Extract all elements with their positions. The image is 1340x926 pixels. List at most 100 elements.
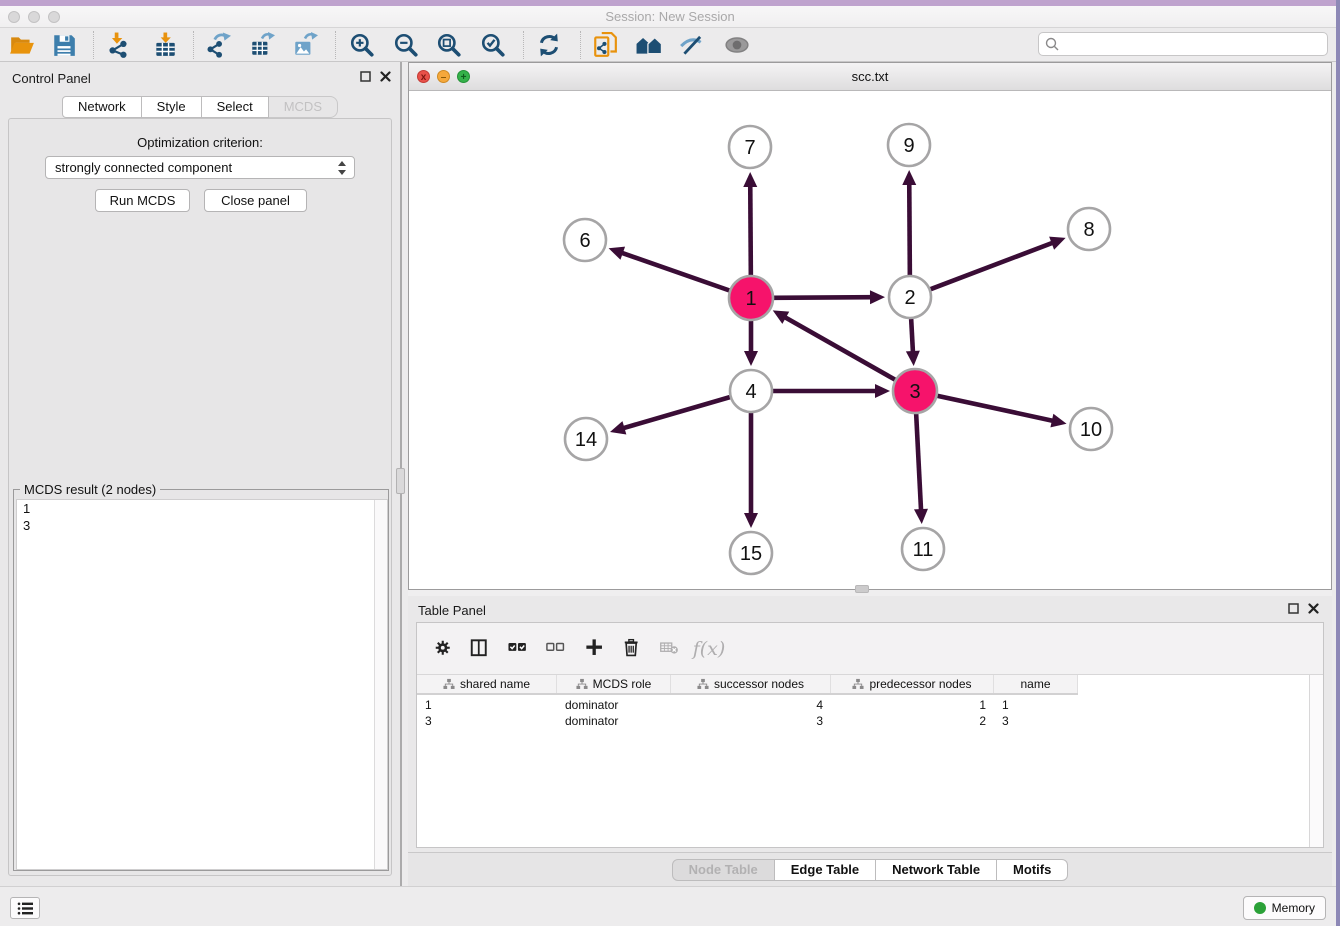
tab-network-table[interactable]: Network Table	[876, 859, 997, 881]
select-all-rows-button[interactable]	[502, 632, 536, 666]
table-cell[interactable]: 2	[831, 713, 994, 729]
column-header-shared-name[interactable]: shared name	[417, 675, 557, 693]
memory-status-icon	[1254, 902, 1266, 914]
table-scrollbar[interactable]	[1309, 675, 1323, 847]
add-column-button[interactable]	[579, 632, 613, 666]
export-image-button[interactable]	[285, 29, 325, 61]
column-hierarchy-icon	[852, 678, 864, 690]
control-panel: Control Panel NetworkStyleSelectMCDS Opt…	[0, 62, 400, 886]
result-item[interactable]: 3	[17, 517, 387, 534]
tab-network[interactable]: Network	[62, 96, 142, 118]
graph-node-label: 7	[744, 137, 755, 159]
close-table-panel-icon[interactable]	[1306, 601, 1320, 615]
graph-edge-2-8[interactable]	[931, 242, 1055, 289]
mcds-panel: Optimization criterion: strongly connect…	[8, 118, 392, 876]
table-cell[interactable]: 1	[831, 697, 994, 713]
zoom-in-button[interactable]	[342, 29, 382, 61]
result-item[interactable]: 1	[17, 500, 387, 517]
tab-motifs[interactable]: Motifs	[997, 859, 1068, 881]
table-cell[interactable]: 3	[417, 713, 557, 729]
graph-edge-arrowhead	[870, 290, 885, 304]
column-header-successor-nodes[interactable]: successor nodes	[671, 675, 831, 693]
float-panel-icon[interactable]	[358, 69, 372, 83]
zoom-fit-content-button[interactable]	[429, 29, 469, 61]
apply-preferred-layout-button[interactable]	[529, 29, 569, 61]
graph-edge-2-3[interactable]	[911, 319, 913, 354]
graph-edge-1-6[interactable]	[620, 252, 730, 291]
open-session-button[interactable]	[2, 29, 42, 61]
task-history-button[interactable]	[10, 897, 40, 919]
import-table-from-file-button[interactable]	[145, 29, 185, 61]
table-cell[interactable]: 3	[671, 713, 831, 729]
graph-edge-4-14[interactable]	[622, 397, 730, 429]
delete-column-button[interactable]	[616, 632, 650, 666]
search-icon	[1045, 37, 1059, 51]
hide-graphics-details-button[interactable]	[672, 29, 712, 61]
graph-edge-arrowhead	[743, 172, 757, 187]
show-graphics-details-button[interactable]	[717, 29, 757, 61]
float-table-panel-icon[interactable]	[1286, 601, 1300, 615]
toolbar-separator	[523, 31, 524, 59]
tab-select[interactable]: Select	[202, 96, 269, 118]
tab-edge-table[interactable]: Edge Table	[775, 859, 876, 881]
graph-edge-2-9[interactable]	[909, 182, 910, 275]
zoom-out-button[interactable]	[386, 29, 426, 61]
import-network-from-file-button[interactable]	[98, 29, 138, 61]
deselect-all-rows-button[interactable]	[540, 632, 574, 666]
result-scrollbar[interactable]	[374, 500, 387, 869]
tab-mcds[interactable]: MCDS	[269, 96, 338, 118]
graph-edge-3-1[interactable]	[783, 316, 896, 380]
table-cell[interactable]: 1	[994, 697, 1078, 713]
show-home-panel-button[interactable]	[629, 29, 669, 61]
column-layout-button[interactable]	[463, 632, 497, 666]
graph-node-label: 11	[913, 539, 934, 561]
search-input[interactable]	[1063, 35, 1327, 53]
column-header-name[interactable]: name	[994, 675, 1078, 693]
close-panel-button[interactable]: Close panel	[204, 189, 307, 212]
vertical-splitter-handle[interactable]	[396, 468, 405, 494]
graph-edge-3-11[interactable]	[916, 413, 921, 512]
zoom-selected-button[interactable]	[473, 29, 513, 61]
show-graphics-details-icon	[724, 32, 750, 58]
graph-edge-3-10[interactable]	[937, 396, 1055, 422]
graph-node-label: 14	[575, 429, 597, 451]
table-row[interactable]: 3dominator323	[417, 713, 1323, 729]
table-cell[interactable]: 4	[671, 697, 831, 713]
graph-edge-1-2[interactable]	[773, 297, 873, 298]
control-panel-title: Control Panel	[12, 71, 91, 86]
tab-style[interactable]: Style	[142, 96, 202, 118]
memory-button[interactable]: Memory	[1243, 896, 1326, 920]
column-header-label: predecessor nodes	[869, 677, 971, 691]
network-canvas[interactable]: 7968124314101511	[409, 91, 1331, 589]
table-cell[interactable]: dominator	[557, 713, 671, 729]
tab-node-table[interactable]: Node Table	[672, 859, 775, 881]
import-network-from-file-icon	[105, 32, 131, 58]
export-table-button[interactable]	[242, 29, 282, 61]
close-panel-icon[interactable]	[378, 69, 392, 83]
open-session-icon	[9, 32, 35, 58]
deselect-all-rows-icon	[546, 638, 568, 660]
table-cell[interactable]: 3	[994, 713, 1078, 729]
zoom-in-icon	[349, 32, 375, 58]
clone-network-button[interactable]	[585, 29, 625, 61]
select-stepper-icon	[337, 161, 347, 178]
table-row[interactable]: 1dominator411	[417, 697, 1323, 713]
horizontal-splitter-handle[interactable]	[855, 585, 869, 593]
table-cell[interactable]: 1	[417, 697, 557, 713]
table-cell[interactable]: dominator	[557, 697, 671, 713]
table-settings-button[interactable]	[427, 632, 461, 666]
run-mcds-button[interactable]: Run MCDS	[95, 189, 190, 212]
search-field[interactable]	[1038, 32, 1328, 56]
zoom-selected-icon	[480, 32, 506, 58]
column-header-MCDS-role[interactable]: MCDS role	[557, 675, 671, 693]
column-header-predecessor-nodes[interactable]: predecessor nodes	[831, 675, 994, 693]
graph-edge-1-7[interactable]	[750, 184, 751, 276]
mcds-result-list[interactable]: 13	[16, 499, 388, 870]
graph-edge-arrowhead	[744, 351, 758, 366]
control-panel-header: Control Panel	[0, 62, 400, 94]
optimization-criterion-select[interactable]: strongly connected component	[45, 156, 355, 179]
optimization-criterion-label: Optimization criterion:	[9, 135, 391, 150]
save-session-button[interactable]	[44, 29, 84, 61]
column-hierarchy-icon	[443, 678, 455, 690]
export-network-button[interactable]	[198, 29, 238, 61]
